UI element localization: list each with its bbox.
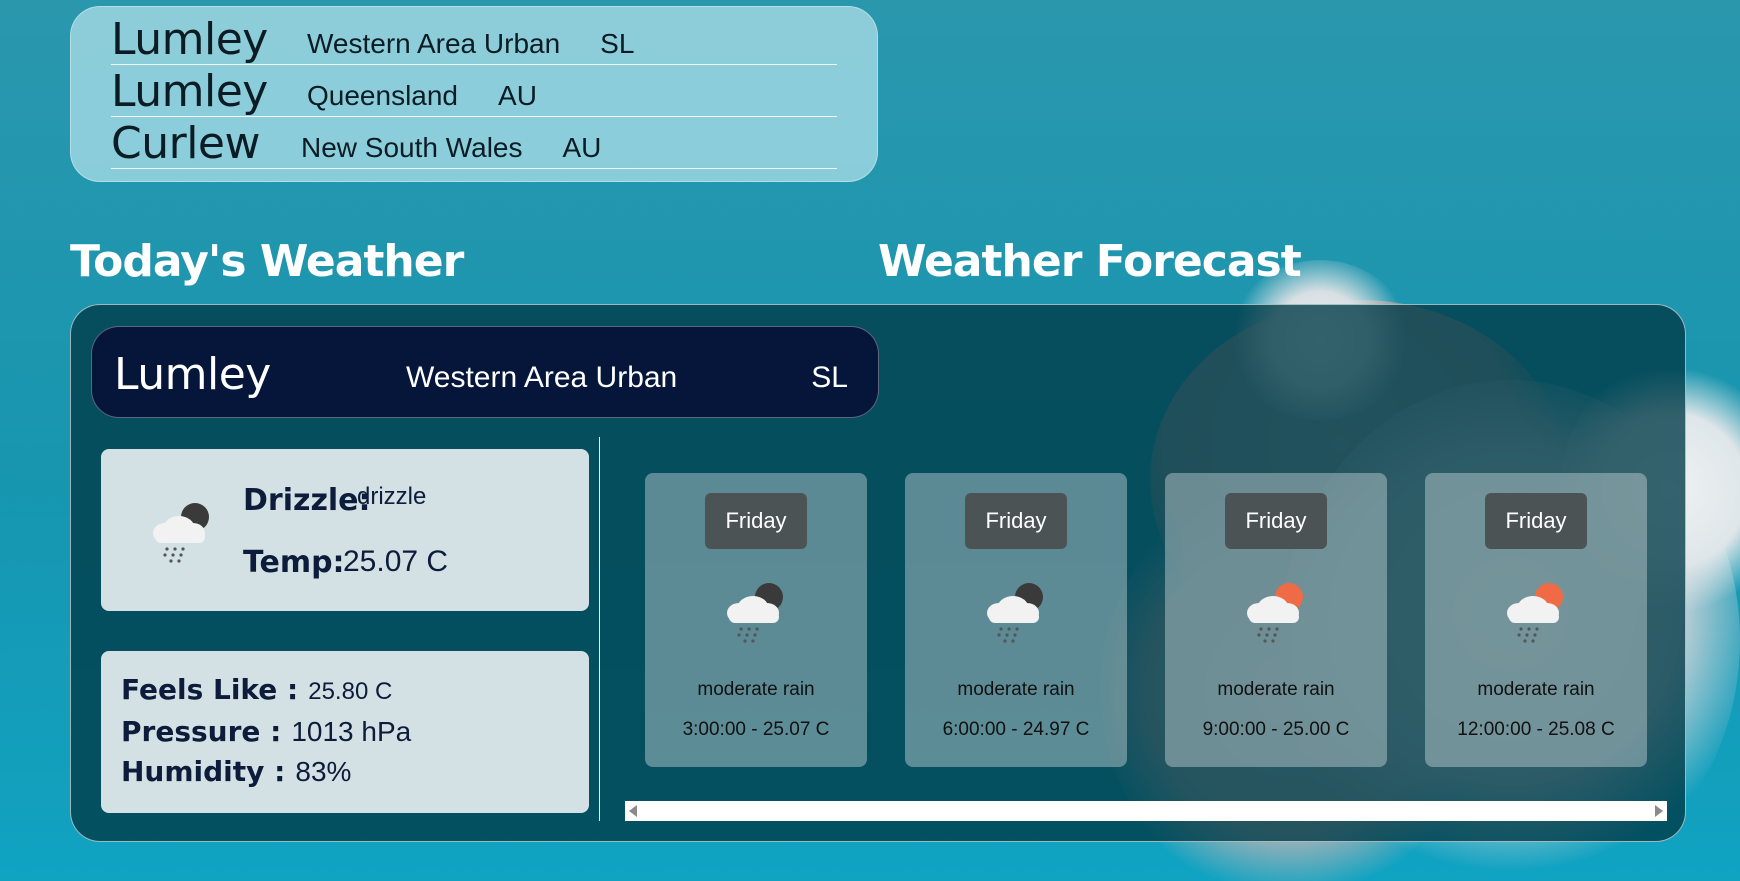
current-conditions-card: Drizzle: drizzle Temp: 25.07 C	[101, 449, 589, 611]
weather-details-card: Feels Like : 25.80 C Pressure : 1013 hPa H…	[101, 651, 589, 813]
forecast-card: Friday moderate rain 6:00:00 - 24.97 C	[905, 473, 1127, 767]
search-result-item[interactable]: Curlew New South Wales AU	[111, 117, 837, 169]
forecast-card: Friday moderate rain 3:00:00 - 25.07 C	[645, 473, 867, 767]
forecast-time-temp: 12:00:00 - 25.08 C	[1457, 719, 1615, 740]
location-name: Lumley	[114, 349, 271, 400]
humidity-value: 83%	[295, 756, 352, 787]
search-result-item[interactable]: Lumley Queensland AU	[111, 65, 837, 117]
cloud-rain-sun-icon	[1507, 583, 1563, 643]
cloud-rain-night-icon	[727, 583, 783, 643]
todays-weather-title: Today's Weather	[70, 236, 464, 287]
scroll-right-arrow-icon[interactable]	[1655, 805, 1663, 817]
panel-divider	[599, 437, 600, 821]
location-header: Lumley Western Area Urban SL	[91, 326, 879, 418]
pressure-row: Pressure : 1013 hPa	[121, 715, 411, 748]
forecast-list[interactable]: Friday moderate rain 3:00:00 - 25.07 C F…	[645, 473, 1685, 769]
pressure-label: Pressure :	[121, 715, 282, 748]
weather-forecast-title: Weather Forecast	[878, 236, 1302, 287]
forecast-description: moderate rain	[697, 679, 815, 700]
temperature-value: 25.07 C	[343, 545, 449, 578]
humidity-row: Humidity : 83%	[121, 755, 351, 788]
forecast-description: moderate rain	[1217, 679, 1335, 700]
feels-like-value: 25.80 C	[308, 678, 393, 705]
forecast-card: Friday moderate rain 9:00:00 - 25.00 C	[1165, 473, 1387, 767]
result-country: AU	[562, 132, 602, 163]
result-country: AU	[498, 80, 537, 111]
forecast-day-badge: Friday	[1225, 493, 1327, 549]
cloud-rain-sun-icon	[1247, 583, 1303, 643]
weather-panel: Lumley Western Area Urban SL Drizzle: dr…	[70, 304, 1686, 842]
temperature-label: Temp:	[243, 545, 345, 580]
pressure-value: 1013 hPa	[291, 716, 412, 747]
result-city-name: Curlew	[111, 118, 260, 169]
humidity-label: Humidity :	[121, 755, 286, 788]
forecast-time-temp: 6:00:00 - 24.97 C	[942, 719, 1090, 740]
cloud-rain-night-icon	[153, 503, 209, 563]
result-country: SL	[600, 28, 635, 59]
result-city-name: Lumley	[111, 66, 268, 117]
result-region: Queensland	[307, 80, 459, 111]
result-region: Western Area Urban	[307, 28, 561, 59]
search-result-item[interactable]: Lumley Western Area Urban SL	[111, 13, 837, 65]
result-city-name: Lumley	[111, 14, 268, 65]
forecast-description: moderate rain	[1477, 679, 1595, 700]
forecast-horizontal-scrollbar[interactable]	[625, 801, 1667, 821]
forecast-day-badge: Friday	[705, 493, 807, 549]
forecast-day-badge: Friday	[965, 493, 1067, 549]
forecast-time-temp: 3:00:00 - 25.07 C	[682, 719, 830, 740]
feels-like-label: Feels Like :	[121, 673, 299, 706]
forecast-day-badge: Friday	[1485, 493, 1587, 549]
cloud-rain-night-icon	[987, 583, 1043, 643]
location-country: SL	[811, 361, 848, 394]
scroll-left-arrow-icon[interactable]	[629, 805, 637, 817]
condition-value: drizzle	[357, 483, 427, 510]
forecast-description: moderate rain	[957, 679, 1075, 700]
forecast-time-temp: 9:00:00 - 25.00 C	[1202, 719, 1350, 740]
result-region: New South Wales	[301, 132, 523, 163]
condition-label: Drizzle:	[243, 483, 371, 518]
feels-like-row: Feels Like : 25.80 C	[121, 673, 392, 706]
forecast-card: Friday moderate rain 12:00:00 - 25.08 C	[1425, 473, 1647, 767]
search-results-list: Lumley Western Area Urban SL Lumley Quee…	[70, 6, 878, 182]
location-region: Western Area Urban	[406, 361, 678, 394]
